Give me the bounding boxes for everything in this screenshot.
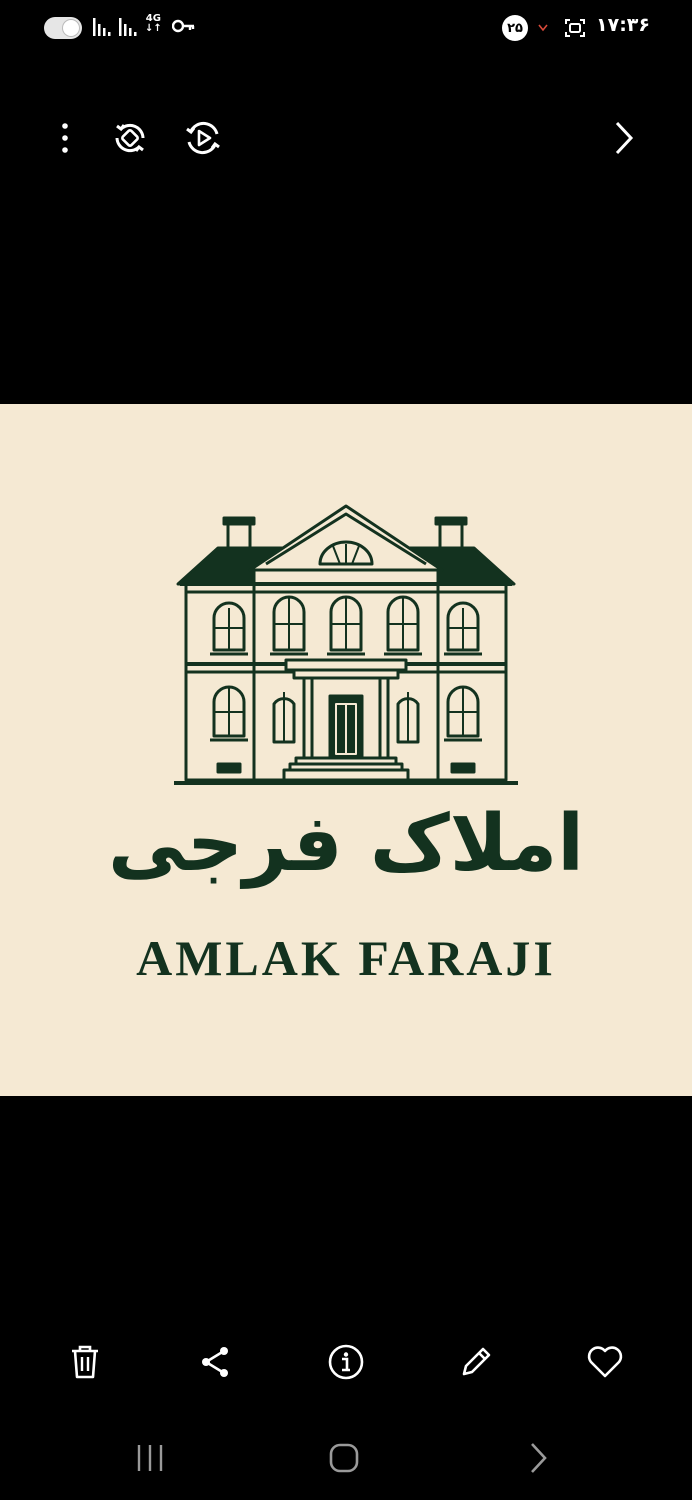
remaster-button[interactable] (181, 116, 225, 160)
vpn-key-icon (172, 19, 195, 33)
logo-text-english: AMLAK FARAJI (136, 930, 556, 986)
rotate-button[interactable] (108, 116, 152, 160)
back-icon (531, 1443, 547, 1473)
home-icon (329, 1443, 359, 1473)
clock: ۱۷:۳۶ (596, 14, 650, 36)
remaster-icon (186, 121, 220, 155)
status-bar: 4G ↓↑ ۲۵ ۱۷:۳۶ (0, 0, 692, 56)
toggle-icon (44, 17, 82, 39)
info-button[interactable] (324, 1340, 368, 1384)
screenshot-icon (565, 19, 585, 37)
favorite-icon (587, 1346, 623, 1378)
share-button[interactable] (193, 1340, 237, 1384)
edit-button[interactable] (454, 1340, 498, 1384)
back-button[interactable] (516, 1436, 560, 1480)
recents-icon (137, 1445, 163, 1471)
rotate-icon (115, 123, 145, 153)
signal-icon (93, 18, 111, 36)
info-icon (328, 1344, 364, 1380)
delete-icon (72, 1345, 98, 1379)
next-button[interactable] (602, 116, 646, 160)
edit-icon (462, 1347, 491, 1376)
more-options-button[interactable] (43, 116, 87, 160)
network-type: 4G ↓↑ (145, 13, 162, 34)
favorite-button[interactable] (583, 1340, 627, 1384)
delete-button[interactable] (63, 1340, 107, 1384)
home-button[interactable] (322, 1436, 366, 1480)
next-icon (615, 121, 634, 155)
share-icon (202, 1347, 228, 1377)
logo-text-persian: املاک فرجی (108, 799, 584, 889)
notification-badge: ۲۵ (502, 15, 528, 41)
recents-button[interactable] (128, 1436, 172, 1480)
chevron-down-icon (538, 24, 548, 32)
more-options-icon (62, 123, 68, 153)
signal-icon (119, 18, 137, 36)
house-illustration (174, 504, 518, 785)
